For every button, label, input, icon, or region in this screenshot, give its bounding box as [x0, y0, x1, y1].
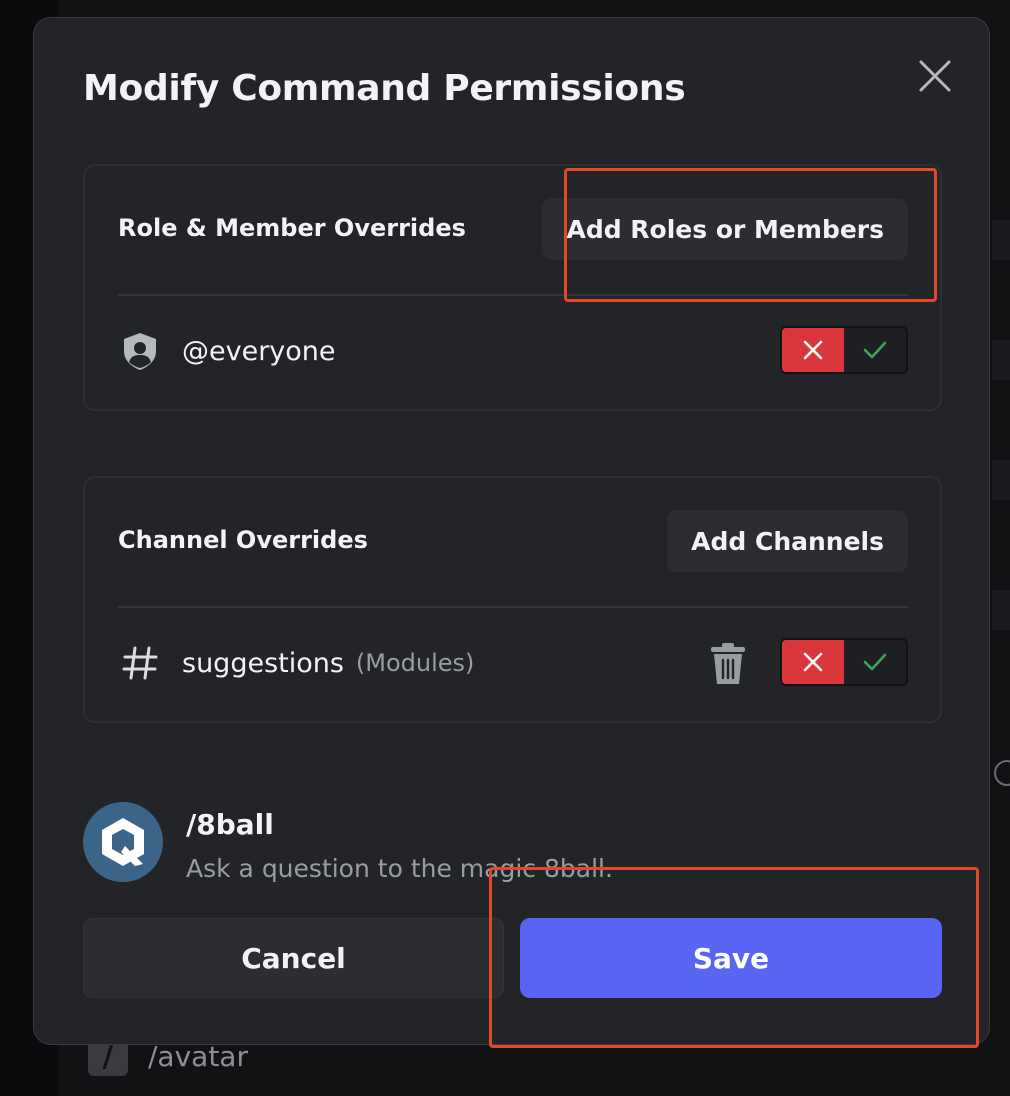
check-icon — [863, 341, 887, 359]
bot-avatar — [83, 802, 163, 882]
allow-button[interactable] — [844, 328, 906, 372]
role-member-overrides-section: Role & Member Overrides Add Roles or Mem… — [83, 164, 942, 411]
override-row-suggestions: suggestions (Modules) — [118, 638, 908, 688]
role-shield-icon — [118, 329, 162, 373]
background-edge — [992, 590, 1010, 630]
background-edge — [992, 460, 1010, 500]
deny-button[interactable] — [782, 640, 844, 684]
x-icon — [803, 652, 823, 672]
permissions-modal: Modify Command Permissions Role & Member… — [33, 17, 990, 1045]
x-icon — [803, 340, 823, 360]
permission-toggle — [780, 326, 908, 374]
divider — [118, 294, 908, 296]
close-button[interactable] — [917, 58, 953, 94]
allow-button[interactable] — [844, 640, 906, 684]
modal-title: Modify Command Permissions — [83, 68, 686, 109]
command-description: Ask a question to the magic 8ball. — [186, 854, 613, 883]
delete-override-button[interactable] — [708, 642, 748, 686]
override-row-everyone: @everyone — [118, 326, 908, 376]
section-title: Role & Member Overrides — [118, 214, 466, 242]
deny-button[interactable] — [782, 328, 844, 372]
channel-category: (Modules) — [355, 649, 475, 677]
trash-icon — [711, 643, 745, 684]
hashtag-icon — [118, 641, 162, 685]
override-label: @everyone — [182, 335, 336, 367]
cancel-button[interactable]: Cancel — [83, 918, 504, 998]
command-name: /8ball — [186, 808, 274, 841]
channel-overrides-section: Channel Overrides Add Channels suggestio… — [83, 476, 942, 723]
save-button[interactable]: Save — [520, 918, 942, 998]
add-roles-or-members-button[interactable]: Add Roles or Members — [542, 198, 908, 260]
add-channels-button[interactable]: Add Channels — [667, 510, 908, 572]
divider — [118, 606, 908, 608]
check-icon — [863, 653, 887, 671]
close-icon — [919, 60, 951, 92]
bot-logo-icon — [102, 818, 144, 866]
background-edge — [992, 220, 1010, 260]
command-info: /8ball Ask a question to the magic 8ball… — [83, 802, 903, 886]
background-edge — [992, 340, 1010, 380]
channel-name: suggestions — [182, 647, 344, 679]
permission-toggle — [780, 638, 908, 686]
section-title: Channel Overrides — [118, 526, 368, 554]
